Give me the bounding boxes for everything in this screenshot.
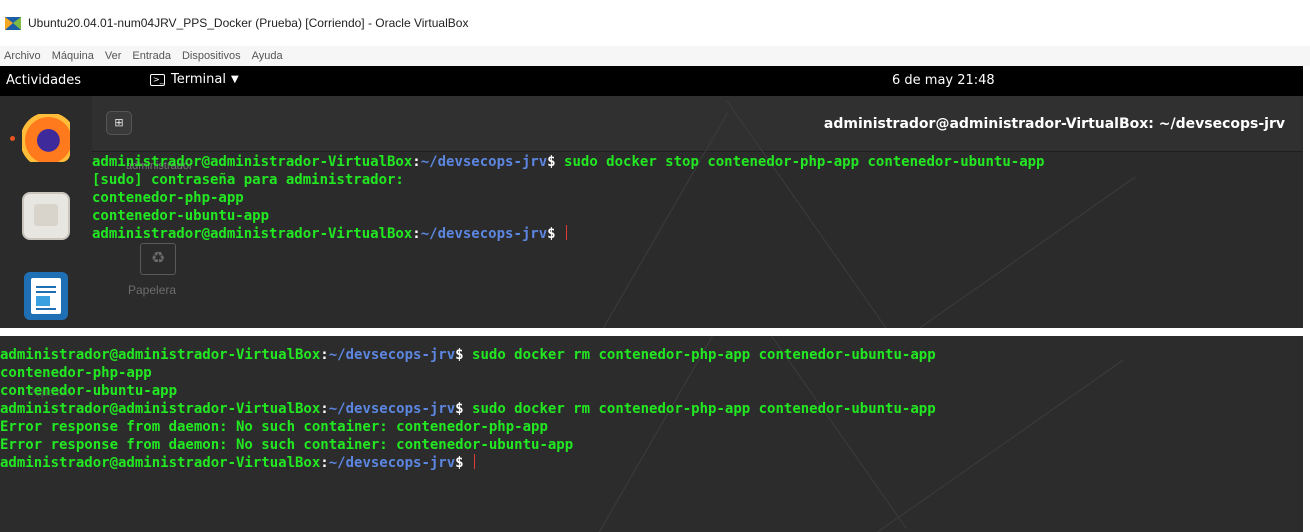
prompt-dollar: $ [455,401,464,417]
text-cursor [474,454,476,469]
prompt-path: ~/devsecops-jrv [328,455,456,471]
command-text [556,226,564,242]
menu-ayuda[interactable]: Ayuda [252,50,283,62]
app-menu-label: Terminal [171,72,226,87]
new-tab-icon[interactable]: ⊞ [106,111,132,135]
output-line: Error response from daemon: No such cont… [0,418,936,436]
terminal-output-panel[interactable]: Papelera administrador@administrador-Vir… [0,336,1303,532]
activities-button[interactable]: Actividades [6,73,81,88]
output-line: contenedor-ubuntu-app [0,382,936,400]
menu-dispositivos[interactable]: Dispositivos [182,50,241,62]
output-line: contenedor-php-app [0,364,936,382]
separator [0,328,1310,336]
output-line: contenedor-php-app [92,189,1044,207]
prompt-line: administrador@administrador-VirtualBox:~… [92,225,1044,243]
output-text: Error response from daemon: No such cont… [0,419,548,435]
terminal-icon: >_ [150,73,165,86]
gnome-top-bar: Actividades >_ Terminal ▼ 6 de may 21:48 [0,66,1303,96]
output-text: contenedor-php-app [92,190,244,206]
text-cursor [566,225,568,240]
output-text: contenedor-ubuntu-app [92,208,270,224]
prompt-line: administrador@administrador-VirtualBox:~… [0,400,936,418]
menu-maquina[interactable]: Máquina [52,50,94,62]
terminal-headerbar: ⊞ administrador@administrador-VirtualBox… [92,96,1303,152]
window-title: Ubuntu20.04.01-num04JRV_PPS_Docker (Prue… [28,16,469,30]
prompt-dollar: $ [547,226,556,242]
writer-icon[interactable] [24,272,68,320]
output-text: contenedor-php-app [0,365,152,381]
ubuntu-dock [0,96,92,328]
prompt-dollar: $ [455,455,464,471]
output-line: Error response from daemon: No such cont… [0,436,936,454]
prompt-path: ~/devsecops-jrv [420,154,548,170]
prompt-line: administrador@administrador-VirtualBox:~… [0,454,936,472]
command-text [464,455,472,471]
files-icon[interactable] [22,192,70,240]
trash-icon[interactable]: ♻ [140,243,176,275]
prompt-colon: : [412,154,421,170]
menu-entrada[interactable]: Entrada [132,50,171,62]
prompt-user: administrador@administrador-VirtualBox [0,455,321,471]
prompt-path: ~/devsecops-jrv [328,347,456,363]
prompt-line: administrador@administrador-VirtualBox:~… [92,153,1044,171]
command-text: sudo docker stop contenedor-php-app cont… [555,154,1045,170]
output-line: contenedor-ubuntu-app [92,207,1044,225]
prompt-user: administrador@administrador-VirtualBox [92,154,413,170]
terminal-output: administrador@administrador-VirtualBox:~… [92,153,1044,243]
command-text: sudo docker rm contenedor-php-app conten… [463,401,936,417]
prompt-dollar: $ [547,154,556,170]
output-text: contenedor-ubuntu-app [0,383,178,399]
prompt-colon: : [320,401,329,417]
terminal-body[interactable]: administrador ♻ Papelera administrador@a… [92,99,1303,328]
caret-down-icon: ▼ [230,74,239,85]
clock[interactable]: 6 de may 21:48 [892,73,995,88]
prompt-colon: : [320,455,329,471]
prompt-user: administrador@administrador-VirtualBox [92,226,413,242]
prompt-path: ~/devsecops-jrv [420,226,548,242]
terminal-title: administrador@administrador-VirtualBox: … [823,116,1285,132]
prompt-path: ~/devsecops-jrv [328,401,456,417]
trash-label: Papelera [128,283,177,297]
prompt-colon: : [412,226,421,242]
prompt-user: administrador@administrador-VirtualBox [0,347,321,363]
prompt-dollar: $ [455,347,464,363]
menu-archivo[interactable]: Archivo [4,50,41,62]
running-indicator [10,136,15,141]
command-text: sudo docker rm contenedor-php-app conten… [463,347,936,363]
output-line: [sudo] contraseña para administrador: [92,171,1044,189]
output-text: Error response from daemon: No such cont… [0,437,574,453]
prompt-colon: : [320,347,329,363]
vbox-menubar: Archivo Máquina Ver Entrada Dispositivos… [0,46,1310,66]
firefox-icon[interactable] [22,114,70,162]
virtualbox-icon [4,14,22,32]
prompt-user: administrador@administrador-VirtualBox [0,401,321,417]
terminal-output: administrador@administrador-VirtualBox:~… [0,346,936,472]
menu-ver[interactable]: Ver [105,50,122,62]
prompt-line: administrador@administrador-VirtualBox:~… [0,346,936,364]
window-title-bar: Ubuntu20.04.01-num04JRV_PPS_Docker (Prue… [0,0,1310,46]
terminal-window: ⊞ administrador@administrador-VirtualBox… [92,96,1303,328]
app-menu-terminal[interactable]: >_ Terminal ▼ [150,72,239,87]
output-text: [sudo] contraseña para administrador: [92,172,404,188]
